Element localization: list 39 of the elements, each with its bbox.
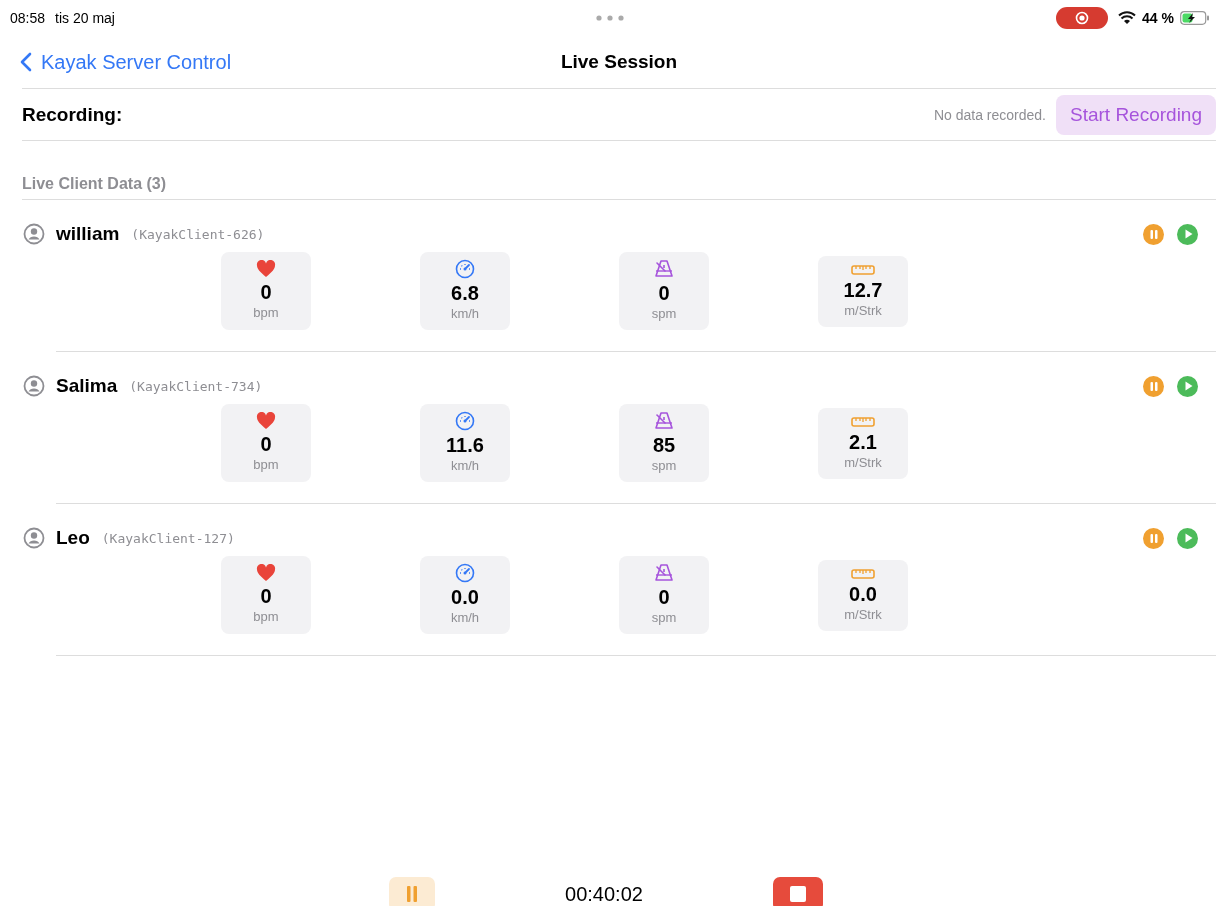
metric-unit: bpm [253,608,279,626]
metric-value: 0 [260,584,272,608]
client-name: Salima [56,375,118,397]
device-id: (KayakClient-127) [101,530,235,546]
clock-time: 08:58 [10,10,46,26]
metric-unit: bpm [253,304,279,322]
section-header: Live Client Data (3) [22,175,1216,200]
recording-status: No data recorded. [933,106,1046,123]
client-name: william [56,223,120,245]
metric-value: 0 [260,280,272,304]
device-id: (KayakClient-734) [129,378,263,394]
session-timer: 00:40:02 [565,882,643,906]
metric-value: 0.0 [849,581,877,606]
metric-unit: km/h [450,609,480,627]
metric-unit: m/Strk [844,453,882,472]
metric-value: 2.1 [849,429,877,454]
start-recording-button[interactable]: Start Recording [1056,94,1216,135]
metric-unit: m/Strk [844,605,882,624]
metric-unit: spm [651,457,677,475]
metric-value: 0 [658,585,670,609]
metric-value: 85 [652,433,676,457]
date-text: tis 20 maj [55,10,115,26]
metric-unit: m/Strk [844,301,882,320]
screen-title: Live Session [560,51,678,73]
metric-value: 0 [658,281,670,305]
metric-unit: km/h [450,457,480,475]
metric-value: 11.6 [446,433,484,457]
metric-unit: km/h [450,305,480,323]
device-id: (KayakClient-626) [131,226,265,242]
metric-unit: spm [651,609,677,627]
battery-percent: 44 % [1142,10,1174,26]
metric-unit: bpm [253,456,279,474]
metric-value: 0 [260,432,272,456]
metric-value: 6.8 [451,281,479,305]
recording-label: Recording: [22,103,123,126]
metric-value: 12.7 [843,277,883,302]
client-name: Leo [56,527,90,549]
metric-value: 0.0 [451,585,479,609]
metric-unit: spm [651,305,677,323]
